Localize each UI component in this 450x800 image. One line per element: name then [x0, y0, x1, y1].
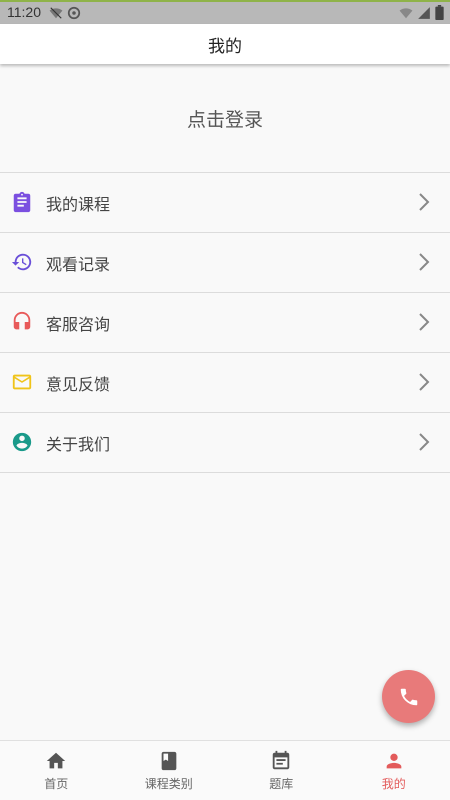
chevron-right-icon [419, 193, 430, 211]
page-title: 我的 [208, 36, 242, 57]
menu-item-my-courses[interactable]: 我的课程 [0, 172, 450, 232]
bottom-nav: 首页 课程类别 题库 我的 [0, 740, 450, 800]
phone-icon [400, 688, 417, 705]
app-bar: 我的 [0, 24, 450, 64]
home-icon [47, 752, 66, 768]
nav-item-label: 首页 [44, 776, 69, 791]
menu-item-customer-service[interactable]: 客服咨询 [0, 292, 450, 352]
battery-icon [435, 5, 444, 20]
calendar-list-icon [273, 750, 290, 769]
menu-item-label: 我的课程 [46, 194, 111, 214]
nav-item-question-bank[interactable]: 题库 [225, 741, 338, 800]
status-time: 11:20 [7, 4, 41, 20]
login-label: 点击登录 [186, 108, 263, 131]
account-circle-icon [12, 432, 32, 452]
book-icon [161, 751, 177, 770]
chevron-right-icon [419, 313, 430, 331]
wifi-icon [399, 7, 413, 18]
menu-item-feedback[interactable]: 意见反馈 [0, 352, 450, 412]
status-icons-right [399, 5, 444, 20]
clipboard-icon [13, 191, 31, 213]
login-button[interactable]: 点击登录 [0, 64, 450, 172]
headset-icon [13, 311, 31, 330]
nav-item-home[interactable]: 首页 [0, 741, 113, 800]
mail-icon [12, 374, 32, 390]
chevron-right-icon [419, 253, 430, 271]
sync-icon [67, 6, 81, 20]
status-icons-left [49, 6, 81, 20]
menu-item-about-us[interactable]: 关于我们 [0, 412, 450, 473]
signal-icon [418, 6, 430, 19]
nav-item-mine[interactable]: 我的 [338, 741, 450, 800]
menu-item-label: 意见反馈 [46, 374, 111, 394]
status-bar: 11:20 [0, 0, 450, 24]
menu-item-label: 客服咨询 [46, 314, 111, 334]
wifi-off-icon [49, 7, 63, 19]
nav-item-label: 题库 [269, 776, 294, 791]
menu-item-label: 关于我们 [46, 434, 111, 454]
menu-item-watch-history[interactable]: 观看记录 [0, 232, 450, 292]
nav-item-label: 课程类别 [144, 776, 193, 791]
menu-item-label: 观看记录 [46, 254, 111, 274]
person-icon [386, 753, 402, 768]
chevron-right-icon [419, 373, 430, 391]
call-fab-button[interactable] [382, 670, 435, 723]
history-icon [11, 253, 32, 271]
nav-item-label: 我的 [381, 776, 406, 791]
chevron-right-icon [419, 433, 430, 451]
nav-item-course-categories[interactable]: 课程类别 [113, 741, 226, 800]
menu-list: 我的课程 观看记录 客服咨询 意见反馈 关于我们 [0, 172, 450, 473]
